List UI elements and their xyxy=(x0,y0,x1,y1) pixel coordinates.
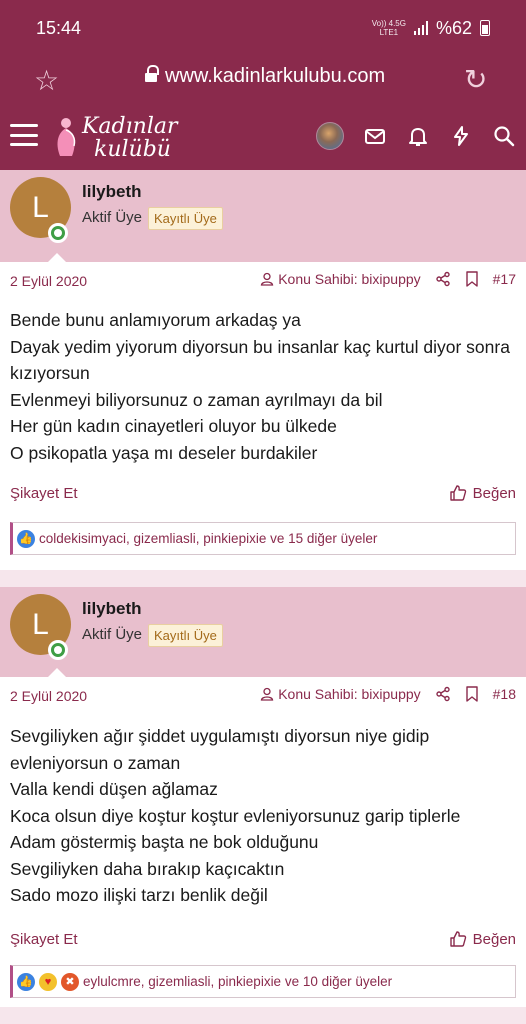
user-badge: Kayıtlı Üye xyxy=(148,624,223,647)
like-label: Beğen xyxy=(472,930,516,948)
bolt-icon[interactable] xyxy=(449,124,473,148)
reaction-like-icon: 👍 xyxy=(17,529,35,548)
user-icon xyxy=(260,272,274,286)
user-title: Aktif Üye xyxy=(82,626,143,643)
thumbs-up-icon xyxy=(449,931,466,947)
battery-icon xyxy=(480,20,490,36)
post-date[interactable]: 2 Eylül 2020 xyxy=(10,273,87,289)
post-body: 2 Eylül 2020 Konu Sahibi: bixipuppy #18 … xyxy=(0,668,526,1007)
bell-icon[interactable] xyxy=(406,124,430,148)
online-status-icon xyxy=(48,223,68,243)
site-header: Kadınlar kulübü xyxy=(0,102,526,170)
post-date[interactable]: 2 Eylül 2020 xyxy=(10,688,87,704)
like-button[interactable]: Beğen xyxy=(449,930,516,948)
bookmark-icon[interactable] xyxy=(465,271,479,287)
status-bar: 15:44 Vo)) 4.5G LTE1 %62 xyxy=(0,0,526,56)
post-line: Adam göstermiş başta ne bok olduğunu xyxy=(10,832,319,852)
signal-icon xyxy=(413,21,428,35)
post-line: Bende bunu anlamıyorum arkadaş ya xyxy=(10,310,301,330)
reactions-text[interactable]: eylulcmre, gizemliasli, pinkiepixie ve 1… xyxy=(83,974,392,989)
post-line: Sevgiliyken daha bırakıp kaçıcaktın xyxy=(10,858,285,879)
username[interactable]: lilybeth xyxy=(82,599,142,619)
thread-starter: Konu Sahibi: bixipuppy xyxy=(260,271,421,287)
reaction-love-icon: ♥ xyxy=(39,972,57,991)
post-line: Sevgiliyken ağır şiddet uygulamıştı diyo… xyxy=(10,726,430,773)
avatar[interactable] xyxy=(316,122,344,150)
username[interactable]: lilybeth xyxy=(82,182,142,202)
browser-url-bar: ☆ www.kadinlarkulubu.com ↻ xyxy=(0,56,526,102)
user-title: Aktif Üye xyxy=(82,209,143,226)
share-icon[interactable] xyxy=(435,271,451,287)
reactions-bar[interactable]: 👍 coldekisimyaci, gizemliasli, pinkiepix… xyxy=(10,522,516,555)
network-indicator: Vo)) 4.5G LTE1 xyxy=(372,19,406,37)
post-user-bar: L lilybeth Aktif Üye Kayıtlı Üye xyxy=(0,170,526,262)
post-content: Sevgiliyken ağır şiddet uygulamıştı diyo… xyxy=(10,723,516,909)
network-lte: LTE1 xyxy=(379,28,399,37)
post-line: Valla kendi düşen ağlamaz xyxy=(10,779,218,799)
thread-starter-label: Konu Sahibi: bixipuppy xyxy=(278,271,421,287)
post-pointer xyxy=(48,253,66,262)
report-button[interactable]: Şikayet Et xyxy=(10,931,78,948)
status-time: 15:44 xyxy=(36,17,82,38)
mail-icon[interactable] xyxy=(363,124,387,148)
post-number[interactable]: #18 xyxy=(493,686,516,702)
lock-icon xyxy=(145,65,159,83)
user-icon xyxy=(260,687,274,701)
post-line: Dayak yedim yiyorum diyorsun bu insanlar… xyxy=(10,336,510,384)
post-line: O psikopatla yaşa mı deseler burdakiler xyxy=(10,442,318,463)
reaction-angry-icon: ✖ xyxy=(61,972,79,991)
post-line: Evlenmeyi biliyorsunuz o zaman ayrılmayı… xyxy=(10,389,383,410)
site-logo[interactable]: Kadınlar kulübü xyxy=(52,110,182,164)
logo-text-line2: kulübü xyxy=(94,137,171,162)
post-user-bar: L lilybeth Aktif Üye Kayıtlı Üye xyxy=(0,587,526,677)
thread-starter-label: Konu Sahibi: bixipuppy xyxy=(278,686,421,702)
like-label: Beğen xyxy=(472,484,516,502)
post: L lilybeth Aktif Üye Kayıtlı Üye 2 Eylül… xyxy=(0,587,526,1024)
thumbs-up-icon xyxy=(449,485,466,501)
share-icon[interactable] xyxy=(435,686,451,702)
post-line: Her gün kadın cinayetleri oluyor bu ülke… xyxy=(10,416,337,436)
url-text: www.kadinlarkulubu.com xyxy=(165,65,386,87)
user-badge: Kayıtlı Üye xyxy=(148,207,223,230)
post-content: Bende bunu anlamıyorum arkadaş ya Dayak … xyxy=(10,307,516,466)
post-line: Koca olsun diye koştur koştur evleniyors… xyxy=(10,805,461,826)
logo-mark-icon xyxy=(57,118,76,156)
network-type: Vo)) 4.5G xyxy=(371,19,406,28)
post-pointer xyxy=(48,668,66,677)
post-number[interactable]: #17 xyxy=(493,271,516,287)
thread-starter: Konu Sahibi: bixipuppy xyxy=(260,686,421,702)
star-icon[interactable]: ☆ xyxy=(34,64,59,97)
like-button[interactable]: Beğen xyxy=(449,484,516,502)
report-button[interactable]: Şikayet Et xyxy=(10,485,78,502)
post-line: Sado mozo ilişki tarzı benlik değil xyxy=(10,885,268,905)
online-status-icon xyxy=(48,640,68,660)
bookmark-icon[interactable] xyxy=(465,686,479,702)
battery-percent: %62 xyxy=(435,17,472,38)
search-icon[interactable] xyxy=(492,124,516,148)
reload-icon[interactable]: ↻ xyxy=(464,63,487,96)
logo-text-line1: Kadınlar xyxy=(82,114,178,139)
post: L lilybeth Aktif Üye Kayıtlı Üye 2 Eylül… xyxy=(0,170,526,570)
reaction-like-icon: 👍 xyxy=(17,972,35,991)
reactions-bar[interactable]: 👍 ♥ ✖ eylulcmre, gizemliasli, pinkiepixi… xyxy=(10,965,516,998)
reactions-text[interactable]: coldekisimyaci, gizemliasli, pinkiepixie… xyxy=(39,531,377,546)
post-body: 2 Eylül 2020 Konu Sahibi: bixipuppy #17 … xyxy=(0,253,526,570)
address-field[interactable]: www.kadinlarkulubu.com xyxy=(145,65,385,88)
menu-icon[interactable] xyxy=(10,124,38,146)
